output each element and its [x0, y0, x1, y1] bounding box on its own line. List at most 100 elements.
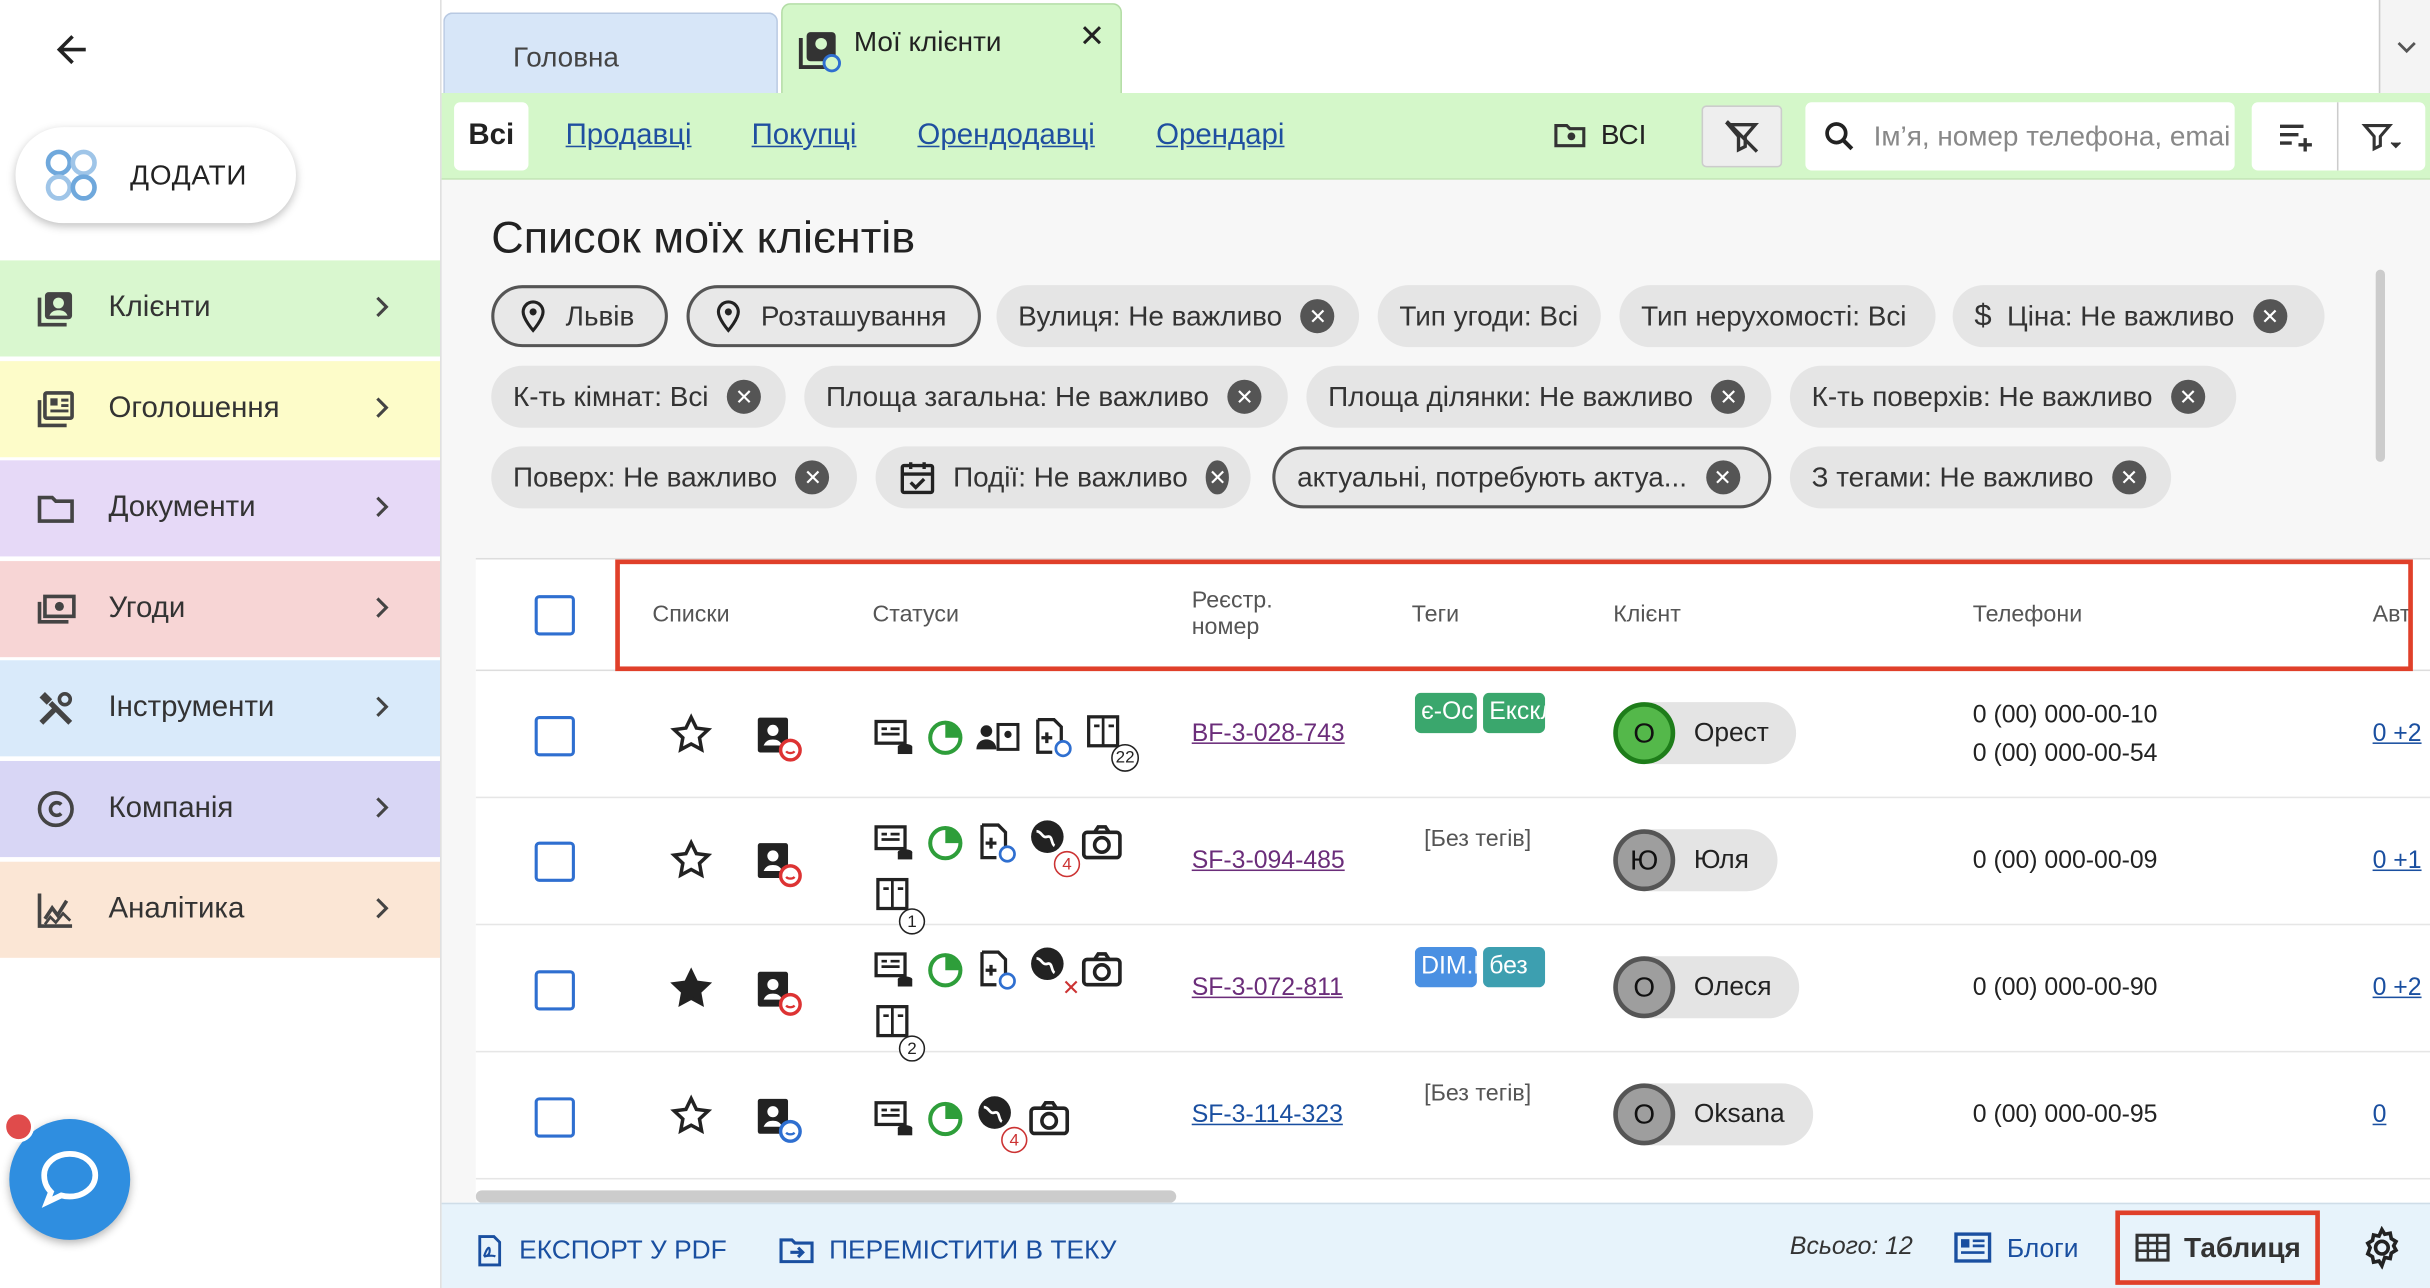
- star-outline-icon[interactable]: [668, 837, 714, 883]
- filter-tab-all[interactable]: Всі: [454, 102, 529, 171]
- remove-chip-icon[interactable]: ✕: [2252, 299, 2287, 334]
- listing-db-icon[interactable]: [872, 948, 915, 991]
- sidebar-item-analytics[interactable]: Аналітика: [0, 861, 441, 958]
- author-link[interactable]: 0 +2: [2373, 975, 2422, 1003]
- client-badge-icon[interactable]: [749, 708, 805, 764]
- filter-menu-button[interactable]: [2338, 102, 2425, 170]
- client-badge-icon[interactable]: [749, 834, 805, 890]
- table-row[interactable]: 4 1 SF-3-094-485 [Без тегів] Ю Юля 0 (00…: [475, 798, 2430, 935]
- globe-count[interactable]: 4: [1027, 817, 1081, 878]
- pie-status-icon[interactable]: [925, 1098, 965, 1138]
- chip-price[interactable]: $ Ціна: Не важливо ✕: [1952, 285, 2325, 348]
- star-outline-icon[interactable]: [668, 1093, 714, 1139]
- remove-chip-icon[interactable]: ✕: [2171, 379, 2206, 414]
- gear-icon[interactable]: [2360, 1225, 2403, 1270]
- remove-chip-icon[interactable]: ✕: [1206, 460, 1229, 495]
- camera-icon[interactable]: [1080, 948, 1123, 991]
- filter-tab-landlords[interactable]: Орендодавці: [917, 119, 1094, 153]
- remove-chip-icon[interactable]: ✕: [795, 460, 830, 495]
- blogs-view-button[interactable]: Блоги: [1951, 1229, 2079, 1269]
- search-input[interactable]: [1873, 120, 2231, 153]
- client-chip[interactable]: Ю Юля: [1613, 829, 1777, 892]
- table-view-button[interactable]: Таблиця: [2115, 1210, 2320, 1285]
- listing-db-icon[interactable]: [872, 715, 915, 758]
- reg-number-link[interactable]: BF-3-028-743: [1192, 721, 1345, 749]
- author-link[interactable]: 0: [2373, 1102, 2387, 1130]
- pie-status-icon[interactable]: [925, 717, 965, 757]
- phone-number[interactable]: 0 (00) 000-00-10: [1973, 696, 2158, 735]
- documents-count[interactable]: 1: [872, 874, 926, 935]
- table-row[interactable]: 4 SF-3-114-323 [Без тегів] О Oksana 0 (0…: [475, 1052, 2430, 1180]
- back-button[interactable]: [43, 22, 99, 78]
- sidebar-item-deals[interactable]: Угоди: [0, 560, 441, 657]
- chip-events[interactable]: Події: Не важливо ✕: [875, 446, 1251, 509]
- author-link[interactable]: 0 +2: [2373, 721, 2422, 749]
- pie-status-icon[interactable]: [925, 822, 965, 862]
- tag-chip[interactable]: Ексклюзив: [1483, 692, 1546, 734]
- reg-number-link[interactable]: SF-3-072-811: [1192, 975, 1343, 1003]
- tag-chip[interactable]: DIM.RIA: [1414, 946, 1477, 988]
- sidebar-item-company[interactable]: Компанія: [0, 760, 441, 858]
- reg-number-link[interactable]: SF-3-114-323: [1192, 1102, 1343, 1130]
- chip-rooms[interactable]: К-ть кімнат: Всі ✕: [491, 365, 786, 428]
- table-row[interactable]: ✕ 2 SF-3-072-811 DIM.RIAбез О: [475, 925, 2430, 1062]
- row-checkbox[interactable]: [534, 841, 575, 882]
- remove-chip-icon[interactable]: ✕: [1711, 379, 1746, 414]
- reg-number-link[interactable]: SF-3-094-485: [1192, 848, 1345, 876]
- chip-actual[interactable]: актуальні, потребують актуа... ✕: [1272, 446, 1772, 509]
- star-outline-icon[interactable]: [668, 711, 714, 757]
- move-to-folder-button[interactable]: ПЕРЕМІСТИТИ В ТЕКУ: [776, 1232, 1116, 1269]
- doc-plus-user-icon[interactable]: [975, 821, 1018, 864]
- add-button[interactable]: ДОДАТИ: [15, 127, 296, 224]
- chip-property-type[interactable]: Тип нерухомості: Всі: [1619, 285, 1936, 348]
- sidebar-item-clients[interactable]: Клієнти: [0, 260, 441, 357]
- row-checkbox[interactable]: [534, 1097, 575, 1138]
- listing-db-icon[interactable]: [872, 1097, 915, 1140]
- client-badge-icon[interactable]: [749, 962, 805, 1018]
- tab-my-clients[interactable]: Мої клієнти ✕: [781, 3, 1122, 97]
- documents-count[interactable]: 22: [1083, 711, 1140, 772]
- phone-number[interactable]: 0 (00) 000-00-90: [1973, 969, 2158, 1008]
- phone-number[interactable]: 0 (00) 000-00-09: [1973, 842, 2158, 881]
- chip-location[interactable]: Розташування: [686, 285, 981, 348]
- sidebar-item-listings[interactable]: Оголошення: [0, 360, 441, 457]
- author-link[interactable]: 0 +1: [2373, 848, 2422, 876]
- camera-icon[interactable]: [1080, 821, 1123, 864]
- close-icon[interactable]: ✕: [1079, 17, 1105, 56]
- chip-tags[interactable]: З тегами: Не важливо ✕: [1789, 446, 2172, 509]
- chip-total-area[interactable]: Площа загальна: Не важливо ✕: [804, 365, 1288, 428]
- filter-tab-sellers[interactable]: Продавці: [566, 119, 692, 153]
- filter-tab-buyers[interactable]: Покупці: [752, 119, 857, 153]
- remove-chip-icon[interactable]: ✕: [727, 379, 762, 414]
- globe-off-status[interactable]: ✕: [1027, 944, 1080, 1000]
- folder-selector[interactable]: ВСІ: [1551, 116, 1646, 153]
- clear-filter-button[interactable]: [1701, 105, 1783, 168]
- tag-chip[interactable]: є-Ос: [1414, 692, 1477, 734]
- remove-chip-icon[interactable]: ✕: [1300, 299, 1335, 334]
- camera-icon[interactable]: [1027, 1097, 1070, 1140]
- client-chip[interactable]: О Oksana: [1613, 1083, 1813, 1146]
- client-chip[interactable]: О Олеся: [1613, 956, 1800, 1019]
- add-filter-button[interactable]: [2252, 102, 2339, 171]
- tag-chip[interactable]: без: [1483, 946, 1546, 988]
- phone-number[interactable]: 0 (00) 000-00-54: [1973, 735, 2158, 774]
- doc-plus-user-icon[interactable]: [1031, 715, 1074, 758]
- listing-db-icon[interactable]: [872, 821, 915, 864]
- chip-floors[interactable]: К-ть поверхів: Не важливо ✕: [1789, 365, 2237, 428]
- pie-status-icon[interactable]: [925, 949, 965, 989]
- phone-number[interactable]: 0 (00) 000-00-95: [1973, 1096, 2158, 1135]
- filter-tab-tenants[interactable]: Орендарі: [1156, 119, 1284, 153]
- row-checkbox[interactable]: [534, 970, 575, 1011]
- chip-floor[interactable]: Поверх: Не важливо ✕: [491, 446, 857, 509]
- vertical-scrollbar[interactable]: [2375, 269, 2385, 462]
- client-badge-icon[interactable]: [749, 1090, 805, 1146]
- documents-count[interactable]: 2: [872, 1001, 926, 1062]
- remove-chip-icon[interactable]: ✕: [2112, 460, 2147, 495]
- sidebar-item-documents[interactable]: Документи: [0, 460, 441, 557]
- row-checkbox[interactable]: [534, 716, 575, 757]
- chip-deal-type[interactable]: Тип угоди: Всі: [1377, 285, 1601, 348]
- tab-home[interactable]: Головна: [443, 12, 778, 93]
- globe-count[interactable]: 4: [975, 1093, 1028, 1154]
- sidebar-item-tools[interactable]: Інструменти: [0, 660, 441, 757]
- tabs-dropdown-button[interactable]: [2378, 0, 2430, 93]
